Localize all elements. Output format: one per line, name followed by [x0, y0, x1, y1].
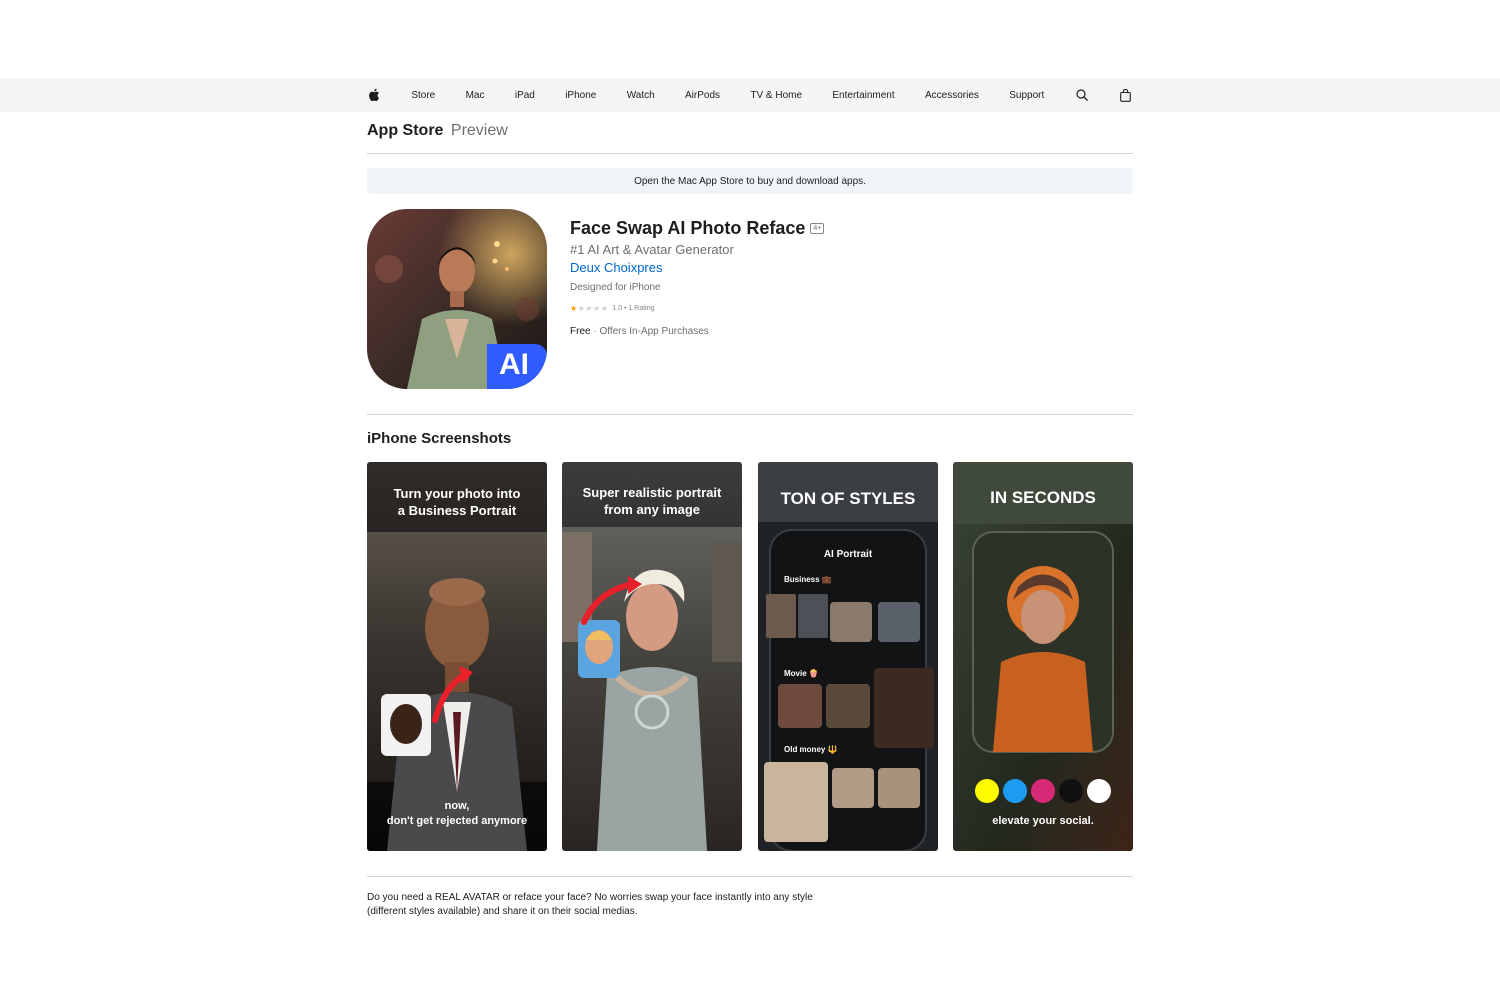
- app-title: Face Swap AI Photo Reface: [570, 218, 806, 238]
- screenshot-4[interactable]: IN SECONDS elevate your social.: [953, 462, 1133, 851]
- screenshot-3-category-movie: Movie 🍿: [784, 668, 819, 678]
- divider: [367, 876, 1133, 877]
- search-icon[interactable]: [1075, 87, 1089, 103]
- developer-link[interactable]: Deux Choixpres: [570, 260, 663, 275]
- localnav: App Store Preview: [367, 122, 1133, 154]
- star-icon: ★: [585, 304, 594, 313]
- nav-item-tv-home[interactable]: TV & Home: [750, 90, 802, 101]
- description-line-2: (different styles available) and share i…: [367, 906, 638, 917]
- screenshot-2[interactable]: Super realistic portrait from any image: [562, 462, 742, 851]
- star-icon: ★: [593, 304, 601, 313]
- divider: [367, 414, 1133, 415]
- star-rating: ★★★★★: [570, 304, 608, 313]
- product-header: Face Swap AI Photo Reface 4+ #1 AI Art &…: [570, 218, 1130, 337]
- screenshot-4-bottom-line: elevate your social.: [992, 815, 1094, 827]
- app-subtitle: #1 AI Art & Avatar Generator: [570, 242, 734, 257]
- localnav-title: App Store: [367, 122, 444, 139]
- screenshot-4-headline: IN SECONDS: [990, 488, 1096, 507]
- nav-item-support[interactable]: Support: [1009, 90, 1044, 101]
- app-description: Do you need a REAL AVATAR or reface your…: [367, 891, 847, 919]
- price: Free: [570, 326, 591, 337]
- banner-text: Open the Mac App Store to buy and downlo…: [634, 175, 866, 187]
- screenshot-2-top-line-1: Super realistic portrait: [583, 485, 722, 500]
- screenshot-1-bottom-line-1: now,: [445, 800, 470, 812]
- price-row: Free · Offers In-App Purchases: [570, 326, 709, 337]
- apple-logo-icon[interactable]: [367, 87, 381, 103]
- screenshots-title: iPhone Screenshots: [367, 430, 512, 447]
- screenshot-3[interactable]: TON OF STYLES AI Portrait Business 💼 Mov…: [758, 462, 938, 851]
- screenshot-gallery: Turn your photo into a Business Portrait…: [367, 462, 1133, 851]
- localnav-subtitle: Preview: [450, 122, 508, 139]
- screenshot-3-panel-title: AI Portrait: [824, 549, 873, 560]
- shopping-bag-icon[interactable]: [1119, 87, 1133, 103]
- global-nav: Store Mac iPad iPhone Watch AirPods TV &…: [0, 78, 1500, 112]
- icon-badge-text: AI: [499, 348, 529, 381]
- screenshot-3-category-business: Business 💼: [784, 575, 832, 584]
- rating-text: 1.0 • 1 Rating: [612, 305, 655, 312]
- nav-item-watch[interactable]: Watch: [627, 90, 655, 101]
- screenshot-1[interactable]: Turn your photo into a Business Portrait…: [367, 462, 547, 851]
- age-rating-badge: 4+: [810, 223, 825, 234]
- screenshot-1-top-line-1: Turn your photo into: [394, 486, 521, 501]
- app-icon: AI: [367, 209, 547, 389]
- description-line-1: Do you need a REAL AVATAR or reface your…: [367, 892, 813, 903]
- app-title-row: Face Swap AI Photo Reface 4+: [570, 218, 1130, 239]
- nav-item-iphone[interactable]: iPhone: [565, 90, 596, 101]
- screenshot-1-top-line-2: a Business Portrait: [398, 503, 517, 518]
- designed-for: Designed for iPhone: [570, 282, 661, 293]
- nav-item-airpods[interactable]: AirPods: [685, 90, 720, 101]
- nav-item-mac[interactable]: Mac: [466, 90, 485, 101]
- nav-item-accessories[interactable]: Accessories: [925, 90, 979, 101]
- star-icon: ★: [570, 304, 578, 313]
- nav-item-entertainment[interactable]: Entertainment: [832, 90, 894, 101]
- star-icon: ★: [600, 304, 609, 313]
- screenshot-3-headline: TON OF STYLES: [781, 489, 916, 508]
- screenshot-3-category-old-money: Old money 🔱: [784, 744, 838, 754]
- global-nav-items: Store Mac iPad iPhone Watch AirPods TV &…: [367, 78, 1133, 112]
- screenshot-2-top-line-2: from any image: [604, 502, 700, 517]
- screenshot-1-bottom-line-2: don't get rejected anymore: [387, 815, 527, 827]
- rating-row: ★★★★★ 1.0 • 1 Rating: [570, 304, 1130, 313]
- in-app-purchases: Offers In-App Purchases: [599, 326, 709, 337]
- localnav-title-link[interactable]: App Store: [367, 122, 448, 139]
- mac-app-store-banner: Open the Mac App Store to buy and downlo…: [367, 168, 1133, 194]
- nav-item-store[interactable]: Store: [411, 90, 435, 101]
- nav-item-ipad[interactable]: iPad: [515, 90, 535, 101]
